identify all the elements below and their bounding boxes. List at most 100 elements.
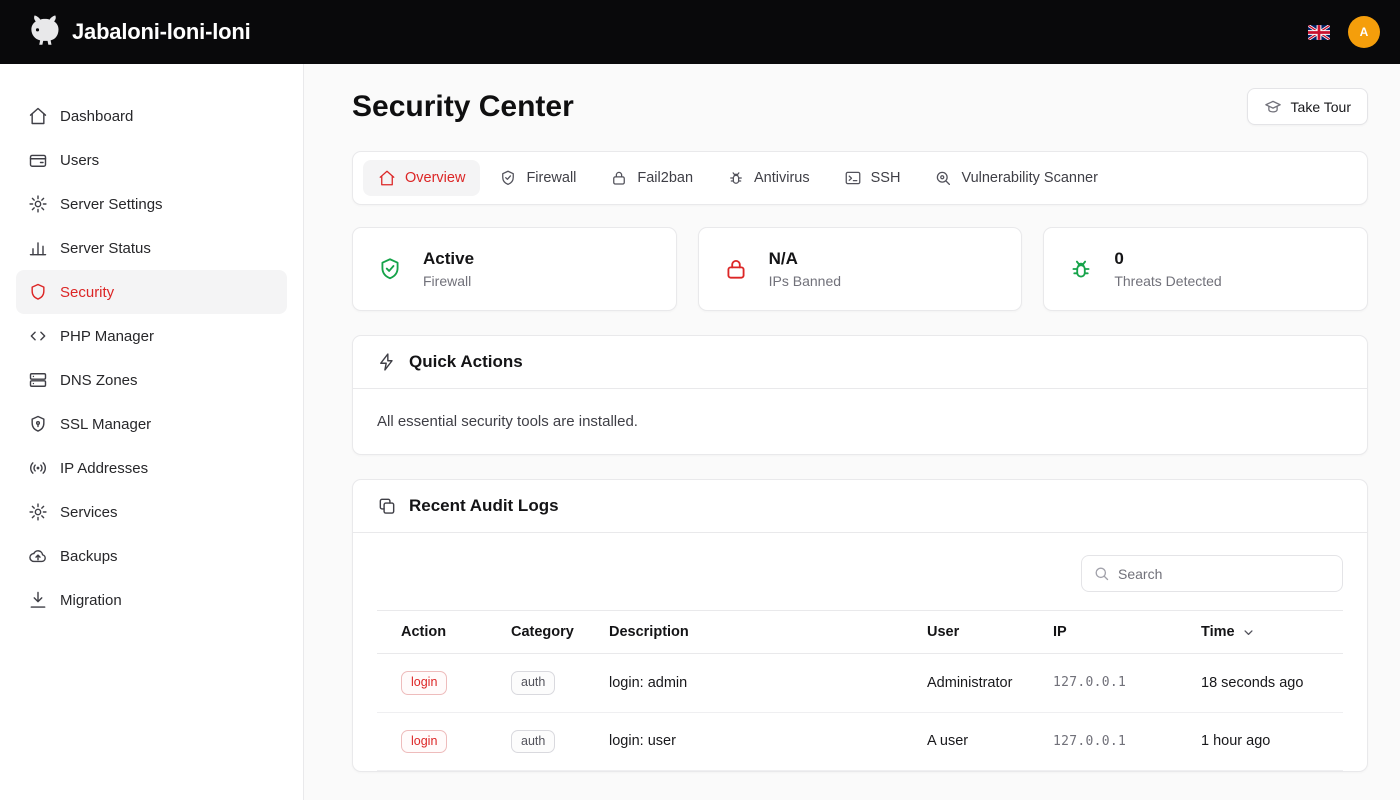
stat-value: Active [423, 249, 474, 269]
user-cell: Administrator [927, 654, 1053, 713]
page-title: Security Center [352, 90, 574, 124]
stat-value: N/A [769, 249, 841, 269]
home-icon [28, 106, 48, 126]
sidebar-item-label: DNS Zones [60, 372, 138, 389]
tab-label: Antivirus [754, 170, 810, 186]
sidebar-item-users[interactable]: Users [16, 138, 287, 182]
sidebar-item-label: Migration [60, 592, 122, 609]
sidebar-item-label: Security [60, 284, 114, 301]
lightning-icon [377, 352, 397, 372]
column-header-ip: IP [1053, 611, 1201, 654]
column-header-time-label: Time [1201, 624, 1235, 640]
time-cell: 1 hour ago [1201, 712, 1343, 771]
tab-fail2ban[interactable]: Fail2ban [595, 160, 708, 196]
security-tabs: Overview Firewall Fail2ban Antivirus SSH… [352, 151, 1368, 205]
search-icon [1093, 565, 1110, 582]
quick-actions-message: All essential security tools are install… [353, 389, 1367, 454]
brand[interactable]: Jabaloni-loni-loni [20, 11, 251, 53]
sidebar-item-ssl-manager[interactable]: SSL Manager [16, 402, 287, 446]
sidebar-item-label: SSL Manager [60, 416, 151, 433]
broadcast-icon [28, 458, 48, 478]
sidebar-item-label: Users [60, 152, 99, 169]
sidebar-item-server-status[interactable]: Server Status [16, 226, 287, 270]
sidebar-item-label: Services [60, 504, 118, 521]
tab-ssh[interactable]: SSH [829, 160, 916, 196]
audit-logs-card: Recent Audit Logs Action Category [352, 479, 1368, 772]
sidebar-item-php-manager[interactable]: PHP Manager [16, 314, 287, 358]
scanner-icon [934, 169, 952, 187]
take-tour-label: Take Tour [1291, 99, 1351, 115]
time-sort-control[interactable]: Time [1201, 624, 1256, 640]
tab-overview[interactable]: Overview [363, 160, 480, 196]
sidebar-item-label: Backups [60, 548, 118, 565]
category-badge: auth [511, 671, 555, 695]
column-header-action: Action [377, 611, 511, 654]
column-header-user: User [927, 611, 1053, 654]
table-row[interactable]: login auth login: user A user 127.0.0.1 … [377, 712, 1343, 771]
stat-label: Threats Detected [1114, 273, 1221, 289]
tab-vulnerability-scanner[interactable]: Vulnerability Scanner [919, 160, 1112, 196]
server-icon [28, 370, 48, 390]
shield-icon [28, 282, 48, 302]
home-icon [378, 169, 396, 187]
ip-cell: 127.0.0.1 [1053, 654, 1201, 713]
stat-card-firewall: Active Firewall [352, 227, 677, 311]
gear-icon [28, 502, 48, 522]
ip-cell: 127.0.0.1 [1053, 712, 1201, 771]
gear-icon [28, 194, 48, 214]
lock-icon [610, 169, 628, 187]
tab-label: Fail2ban [637, 170, 693, 186]
time-cell: 18 seconds ago [1201, 654, 1343, 713]
language-flag-icon[interactable] [1308, 25, 1330, 40]
stat-card-threats: 0 Threats Detected [1043, 227, 1368, 311]
app-title: Jabaloni-loni-loni [72, 19, 251, 45]
sidebar-item-label: Server Settings [60, 196, 163, 213]
cloud-upload-icon [28, 546, 48, 566]
search-input[interactable] [1118, 566, 1331, 582]
take-tour-button[interactable]: Take Tour [1247, 88, 1368, 125]
user-cell: A user [927, 712, 1053, 771]
quick-actions-title: Quick Actions [409, 352, 523, 372]
graduation-cap-icon [1264, 98, 1282, 116]
description-cell: login: admin [609, 654, 927, 713]
documents-icon [377, 496, 397, 516]
audit-logs-title: Recent Audit Logs [409, 496, 559, 516]
audit-logs-table: Action Category Description User IP Time [377, 610, 1343, 771]
lock-icon [723, 256, 749, 282]
action-badge: login [401, 730, 447, 754]
download-icon [28, 590, 48, 610]
sidebar-item-dns-zones[interactable]: DNS Zones [16, 358, 287, 402]
sidebar-item-label: IP Addresses [60, 460, 148, 477]
bar-chart-icon [28, 238, 48, 258]
sidebar-item-migration[interactable]: Migration [16, 578, 287, 622]
terminal-icon [844, 169, 862, 187]
sidebar: Dashboard Users Server Settings Server S… [0, 64, 304, 800]
sidebar-item-services[interactable]: Services [16, 490, 287, 534]
tab-antivirus[interactable]: Antivirus [712, 160, 825, 196]
sidebar-item-backups[interactable]: Backups [16, 534, 287, 578]
sidebar-item-server-settings[interactable]: Server Settings [16, 182, 287, 226]
code-icon [28, 326, 48, 346]
bull-logo-icon [20, 11, 62, 53]
sidebar-item-ip-addresses[interactable]: IP Addresses [16, 446, 287, 490]
sidebar-item-label: Server Status [60, 240, 151, 257]
chevron-down-icon [1241, 625, 1256, 640]
quick-actions-card: Quick Actions All essential security too… [352, 335, 1368, 455]
sidebar-item-security[interactable]: Security [16, 270, 287, 314]
search-box [1081, 555, 1343, 592]
shield-lock-icon [28, 414, 48, 434]
category-badge: auth [511, 730, 555, 754]
table-header-row: Action Category Description User IP Time [377, 611, 1343, 654]
stat-value: 0 [1114, 249, 1221, 269]
table-row[interactable]: login auth login: admin Administrator 12… [377, 654, 1343, 713]
user-avatar[interactable]: A [1348, 16, 1380, 48]
sidebar-item-dashboard[interactable]: Dashboard [16, 94, 287, 138]
column-header-description: Description [609, 611, 927, 654]
top-header: Jabaloni-loni-loni A [0, 0, 1400, 64]
tab-firewall[interactable]: Firewall [484, 160, 591, 196]
action-badge: login [401, 671, 447, 695]
sidebar-item-label: PHP Manager [60, 328, 154, 345]
tab-label: Overview [405, 170, 465, 186]
stat-label: IPs Banned [769, 273, 841, 289]
bug-icon [727, 169, 745, 187]
